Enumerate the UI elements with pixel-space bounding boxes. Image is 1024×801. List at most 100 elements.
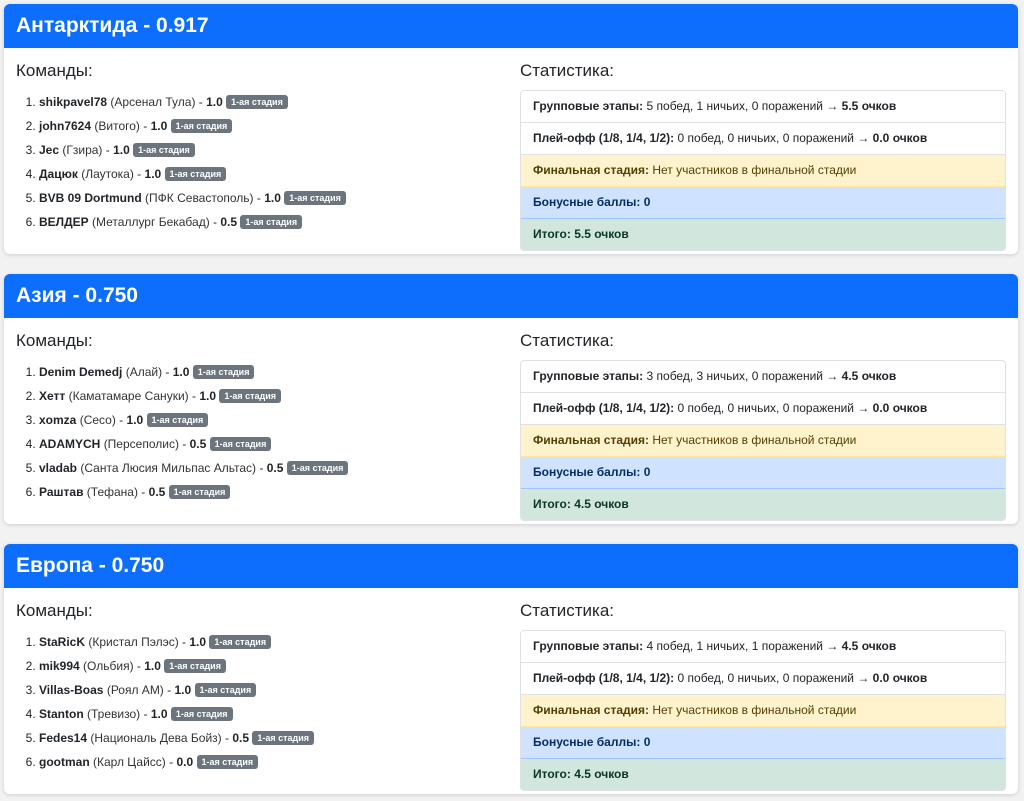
team-club: (Ольбия): [83, 659, 134, 673]
stat-label: Групповые этапы:: [533, 639, 644, 653]
team-name: StaRicK: [39, 635, 86, 649]
team-club: (Витого): [94, 119, 140, 133]
stats-column: Статистика: Групповые этапы: 4 побед, 1 …: [520, 600, 1006, 791]
stat-label: Групповые этапы:: [533, 369, 644, 383]
team-club: (Санта Люсия Мильпас Альтас): [80, 461, 257, 475]
group-title: Азия - 0.750: [4, 274, 1018, 318]
stat-label: Финальная стадия:: [533, 703, 650, 717]
stats-column: Статистика: Групповые этапы: 5 побед, 1 …: [520, 60, 1006, 251]
stat-group-stage: Групповые этапы: 3 побед, 3 ничьих, 0 по…: [521, 361, 1005, 393]
stat-final-stage: Финальная стадия: Нет участников в финал…: [521, 425, 1005, 457]
team-score: 1.0: [113, 143, 130, 157]
team-club: (Каматамаре Сануки): [68, 389, 189, 403]
stats-column: Статистика: Групповые этапы: 3 побед, 3 …: [520, 330, 1006, 521]
stage-badge: 1-ая стадия: [240, 215, 303, 229]
stats-list: Групповые этапы: 5 побед, 1 ничьих, 0 по…: [520, 90, 1006, 251]
team-item: Дацюк (Лаутока) - 1.0 1-ая стадия: [39, 162, 496, 186]
team-name: Хетт: [39, 389, 66, 403]
stat-total: Итого: 4.5 очков: [521, 489, 1005, 520]
stat-text: Нет участников в финальной стадии: [652, 703, 857, 717]
stat-label: Финальная стадия:: [533, 163, 650, 177]
team-item: Хетт (Каматамаре Сануки) - 1.0 1-ая стад…: [39, 384, 496, 408]
stats-list: Групповые этапы: 3 побед, 3 ничьих, 0 по…: [520, 360, 1006, 521]
team-item: Stanton (Тревизо) - 1.0 1-ая стадия: [39, 702, 496, 726]
stat-label: Плей-офф (1/8, 1/4, 1/2):: [533, 131, 675, 145]
team-club: (Кристал Пэлэс): [88, 635, 179, 649]
team-club: (Националь Дева Бойз): [90, 731, 222, 745]
stat-result: 5.5 очков: [841, 99, 897, 113]
teams-heading: Команды:: [16, 61, 93, 80]
team-name: ADAMYCH: [39, 437, 101, 451]
stat-total: Итого: 4.5 очков: [521, 759, 1005, 790]
stage-badge: 1-ая стадия: [168, 485, 231, 499]
team-score: 1.0: [144, 659, 161, 673]
team-club: (Гзира): [62, 143, 103, 157]
team-item: gootman (Карл Цайсс) - 0.0 1-ая стадия: [39, 750, 496, 774]
stat-final-stage: Финальная стадия: Нет участников в финал…: [521, 695, 1005, 727]
stat-text: 3 побед, 3 ничьих, 0 поражений →: [646, 369, 839, 383]
team-name: Раштав: [39, 485, 84, 499]
team-score: 0.5: [189, 437, 207, 451]
stat-group-stage: Групповые этапы: 4 побед, 1 ничьих, 1 по…: [521, 631, 1005, 663]
stat-result: 5.5 очков: [574, 227, 629, 241]
teams-column: Команды: Denim Demedj (Алай) - 1.0 1-ая …: [16, 330, 496, 504]
team-name: xomza: [39, 413, 77, 427]
stat-result: 0: [643, 735, 651, 749]
team-club: (Тефана): [86, 485, 138, 499]
stat-result: 0.0 очков: [872, 131, 928, 145]
stat-result: 4.5 очков: [574, 497, 629, 511]
team-name: gootman: [39, 755, 90, 769]
stat-label: Бонусные баллы:: [533, 735, 641, 749]
stat-result: 0: [643, 465, 651, 479]
stat-result: 0: [643, 195, 651, 209]
stage-badge: 1-ая стадия: [209, 635, 272, 649]
team-score: 1.0: [264, 191, 281, 205]
stat-total: Итого: 5.5 очков: [521, 219, 1005, 250]
team-club: (Роял АМ): [106, 683, 164, 697]
stat-result: 0.0 очков: [872, 401, 928, 415]
stage-badge: 1-ая стадия: [286, 461, 349, 475]
team-item: Jec (Гзира) - 1.0 1-ая стадия: [39, 138, 496, 162]
team-score: 1.0: [199, 389, 216, 403]
team-score: 1.0: [144, 167, 162, 181]
team-item: ADAMYCH (Персеполис) - 0.5 1-ая стадия: [39, 432, 496, 456]
team-item: xomza (Сесо) - 1.0 1-ая стадия: [39, 408, 496, 432]
team-name: mik994: [39, 659, 80, 673]
team-item: mik994 (Ольбия) - 1.0 1-ая стадия: [39, 654, 496, 678]
stat-playoff: Плей-офф (1/8, 1/4, 1/2): 0 побед, 0 нич…: [521, 123, 1005, 155]
team-score: 1.0: [150, 119, 168, 133]
team-item: Раштав (Тефана) - 0.5 1-ая стадия: [39, 480, 496, 504]
team-name: vladab: [39, 461, 78, 475]
team-name: john7624: [39, 119, 92, 133]
team-item: Villas-Boas (Роял АМ) - 1.0 1-ая стадия: [39, 678, 496, 702]
stat-label: Итого:: [533, 497, 571, 511]
team-score: 0.5: [266, 461, 284, 475]
teams-heading: Команды:: [16, 601, 93, 620]
group-title: Европа - 0.750: [4, 544, 1018, 588]
team-club: (Персеполис): [103, 437, 179, 451]
teams-list: shikpavel78 (Арсенал Тула) - 1.0 1-ая ст…: [16, 90, 496, 234]
stat-result: 4.5 очков: [841, 639, 897, 653]
team-name: Stanton: [39, 707, 84, 721]
team-score: 0.5: [232, 731, 250, 745]
team-score: 0.5: [220, 215, 238, 229]
team-club: (ПФК Севастополь): [145, 191, 254, 205]
team-club: (Арсенал Тула): [110, 95, 196, 109]
team-score: 0.5: [148, 485, 166, 499]
team-name: shikpavel78: [39, 95, 108, 109]
team-score: 1.0: [206, 95, 223, 109]
group-card-1: Азия - 0.750 Команды: Denim Demedj (Алай…: [4, 274, 1018, 524]
team-score: 1.0: [150, 707, 168, 721]
team-item: john7624 (Витого) - 1.0 1-ая стадия: [39, 114, 496, 138]
stat-text: 0 побед, 0 ничьих, 0 поражений →: [677, 671, 870, 685]
stat-group-stage: Групповые этапы: 5 побед, 1 ничьих, 0 по…: [521, 91, 1005, 123]
stat-playoff: Плей-офф (1/8, 1/4, 1/2): 0 побед, 0 нич…: [521, 663, 1005, 695]
group-card-2: Европа - 0.750 Команды: StaRicK (Кристал…: [4, 544, 1018, 794]
stage-badge: 1-ая стадия: [226, 95, 288, 109]
stat-text: 0 побед, 0 ничьих, 0 поражений →: [677, 401, 870, 415]
stage-badge: 1-ая стадия: [146, 413, 209, 427]
stage-badge: 1-ая стадия: [194, 683, 257, 697]
stat-label: Плей-офф (1/8, 1/4, 1/2):: [533, 401, 675, 415]
stat-result: 0.0 очков: [872, 671, 928, 685]
stat-final-stage: Финальная стадия: Нет участников в финал…: [521, 155, 1005, 187]
